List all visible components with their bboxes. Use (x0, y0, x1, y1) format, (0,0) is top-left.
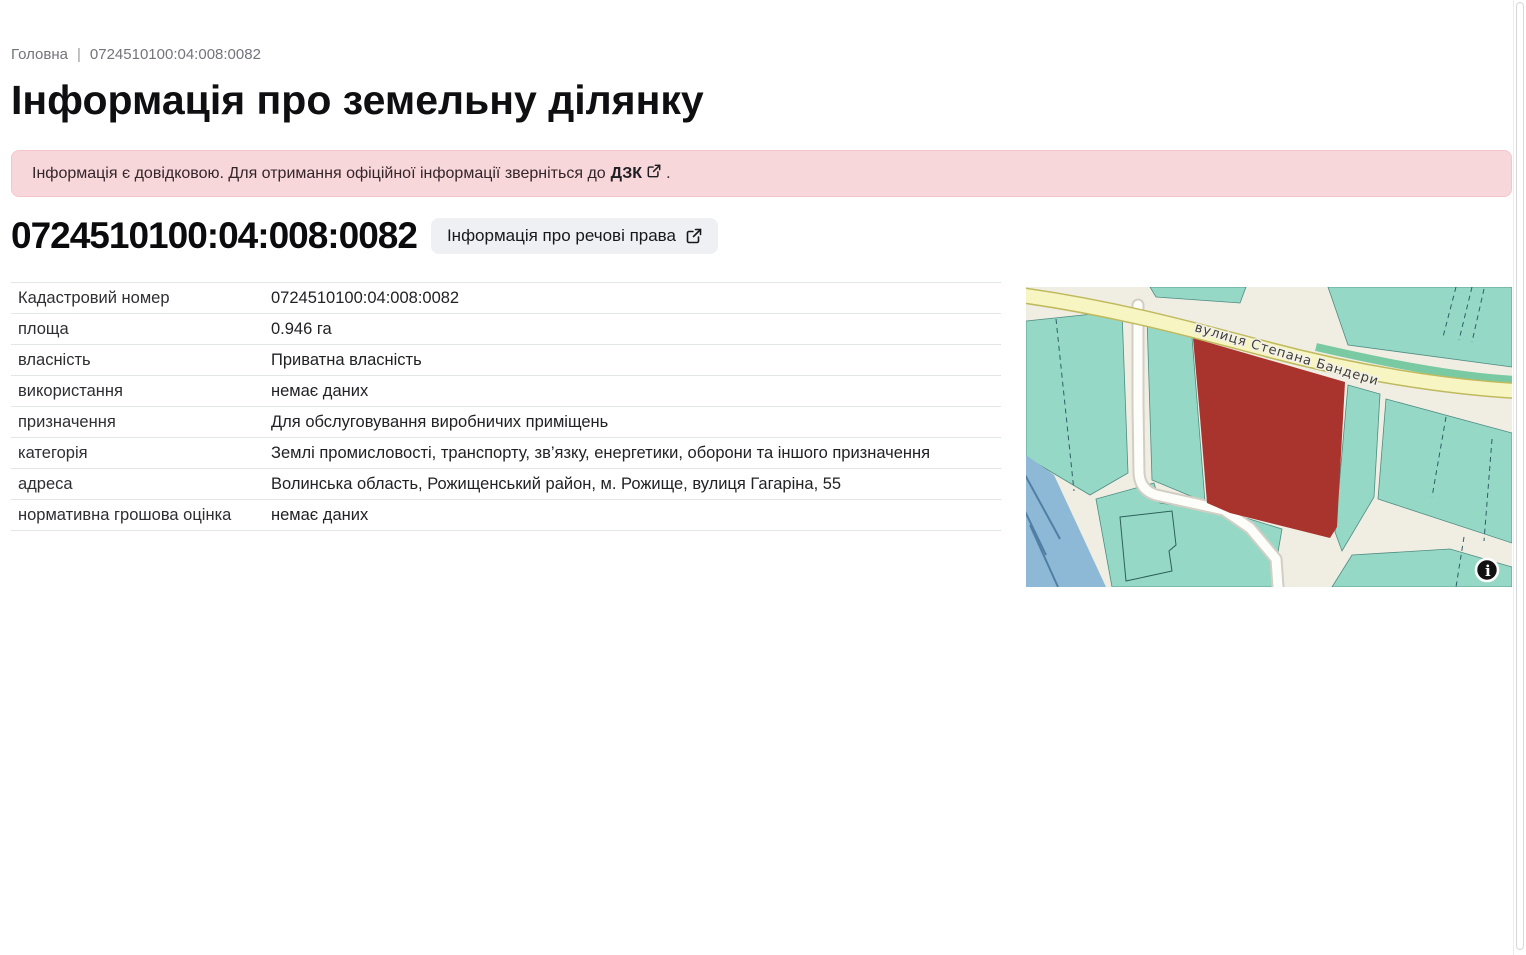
breadcrumb-home-link[interactable]: Головна (11, 46, 68, 63)
row-value: Волинська область, Рожищенський район, м… (271, 475, 841, 494)
row-value: немає даних (271, 506, 368, 525)
external-link-icon (647, 164, 661, 183)
table-row: категорія Землі промисловості, транспорт… (11, 437, 1001, 468)
info-icon: i (1485, 562, 1491, 580)
map-svg: вулиця Степана Бандери i (1026, 287, 1512, 587)
row-label: нормативна грошова оцінка (18, 506, 271, 525)
page: Головна | 0724510100:04:008:0082 Інформа… (0, 0, 1526, 955)
row-label: використання (18, 382, 271, 401)
row-value: Землі промисловості, транспорту, зв’язку… (271, 444, 930, 463)
row-label: категорія (18, 444, 271, 463)
row-label: площа (18, 320, 271, 339)
row-value: Приватна власність (271, 351, 422, 370)
table-row: використання немає даних (11, 375, 1001, 406)
map-preview[interactable]: вулиця Степана Бандери i (1026, 287, 1512, 587)
row-label: призначення (18, 413, 271, 432)
reference-alert: Інформація є довідковою. Для отримання о… (11, 150, 1512, 197)
breadcrumb: Головна | 0724510100:04:008:0082 (11, 46, 1512, 63)
parcel-header: 0724510100:04:008:0082 Інформація про ре… (11, 215, 1512, 257)
scrollbar-thumb[interactable] (1516, 2, 1524, 950)
dzk-link[interactable]: ДЗК (611, 164, 661, 183)
table-row: власність Приватна власність (11, 344, 1001, 375)
row-label: власність (18, 351, 271, 370)
external-link-icon (686, 228, 702, 244)
parcel-number: 0724510100:04:008:0082 (11, 215, 417, 257)
alert-suffix: . (666, 165, 670, 183)
dzk-link-label: ДЗК (611, 165, 642, 183)
breadcrumb-separator: | (77, 46, 81, 63)
details-table: Кадастровий номер 0724510100:04:008:0082… (11, 282, 1001, 531)
table-row: площа 0.946 га (11, 313, 1001, 344)
row-value: 0.946 га (271, 320, 332, 339)
row-label: адреса (18, 475, 271, 494)
row-value: немає даних (271, 382, 368, 401)
page-title: Інформація про земельну ділянку (11, 78, 1512, 123)
rights-info-button-label: Інформація про речові права (447, 226, 676, 246)
alert-text: Інформація є довідковою. Для отримання о… (32, 165, 606, 183)
map-info-button[interactable]: i (1476, 559, 1498, 581)
table-row: нормативна грошова оцінка немає даних (11, 499, 1001, 530)
breadcrumb-current: 0724510100:04:008:0082 (90, 46, 261, 63)
scrollbar (1513, 0, 1526, 955)
table-row: адреса Волинська область, Рожищенський р… (11, 468, 1001, 499)
rights-info-button[interactable]: Інформація про речові права (431, 218, 718, 254)
table-row: Кадастровий номер 0724510100:04:008:0082 (11, 282, 1001, 313)
row-value: 0724510100:04:008:0082 (271, 289, 459, 308)
row-label: Кадастровий номер (18, 289, 271, 308)
row-value: Для обслуговування виробничих приміщень (271, 413, 608, 432)
table-row: призначення Для обслуговування виробничи… (11, 406, 1001, 437)
